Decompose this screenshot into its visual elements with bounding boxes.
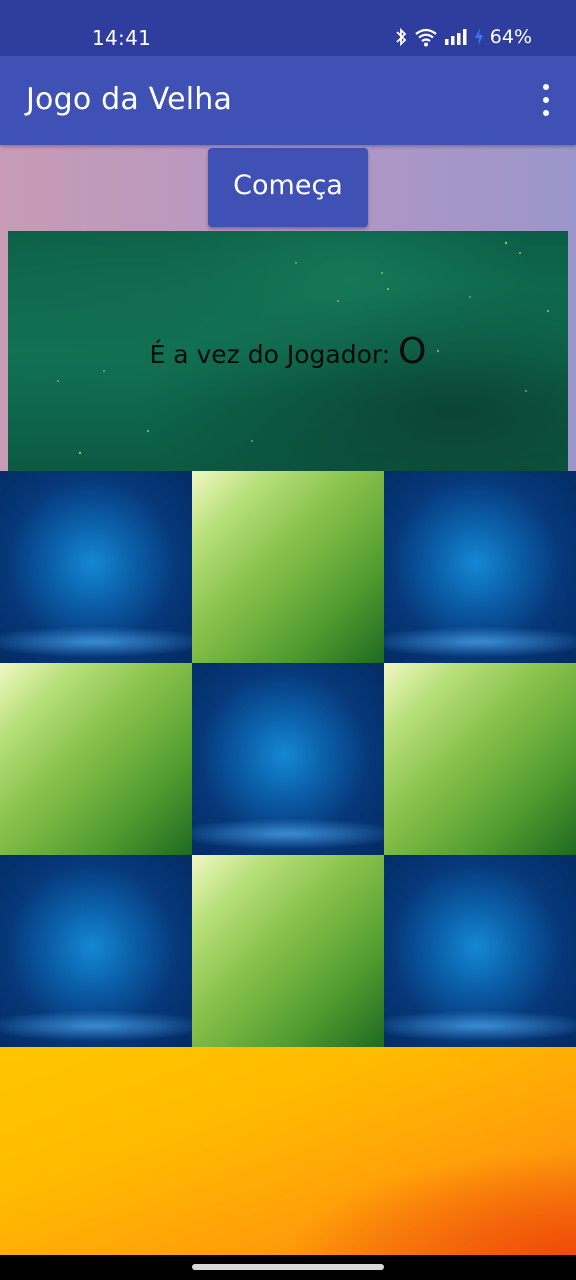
app-bar: Jogo da Velha [0,56,576,145]
turn-label: É a vez do Jogador: [149,340,391,369]
navigation-bar [0,1255,576,1280]
status-icons: 64% [394,22,532,52]
board-cell-8[interactable] [192,855,384,1047]
board-cell-7[interactable] [0,855,192,1047]
board-cell-2[interactable] [192,471,384,663]
menu-dot [543,84,549,90]
status-time: 14:41 [92,26,152,50]
battery-level: 64% [489,26,532,48]
charging-icon [474,28,483,46]
status-bar: 14:41 64% [0,0,576,56]
turn-indicator: É a vez do Jogador: O [8,331,568,372]
wifi-icon [415,28,437,47]
main-content: Começa É a vez do Jogador: O [0,145,576,1255]
start-button[interactable]: Começa [208,148,368,227]
gesture-handle[interactable] [192,1264,384,1270]
menu-dot [543,110,549,116]
current-player: O [398,331,427,372]
signal-icon [444,29,467,45]
bluetooth-icon [396,27,407,47]
board-cell-6[interactable] [384,663,576,855]
more-vert-icon[interactable] [540,84,552,116]
board-cell-1[interactable] [0,471,192,663]
menu-dot [543,97,549,103]
game-board [0,471,576,1047]
bottom-panel [0,1047,576,1255]
board-cell-5[interactable] [192,663,384,855]
app-title: Jogo da Velha [26,82,233,117]
board-cell-9[interactable] [384,855,576,1047]
board-cell-3[interactable] [384,471,576,663]
turn-panel: É a vez do Jogador: O [8,231,568,471]
board-cell-4[interactable] [0,663,192,855]
